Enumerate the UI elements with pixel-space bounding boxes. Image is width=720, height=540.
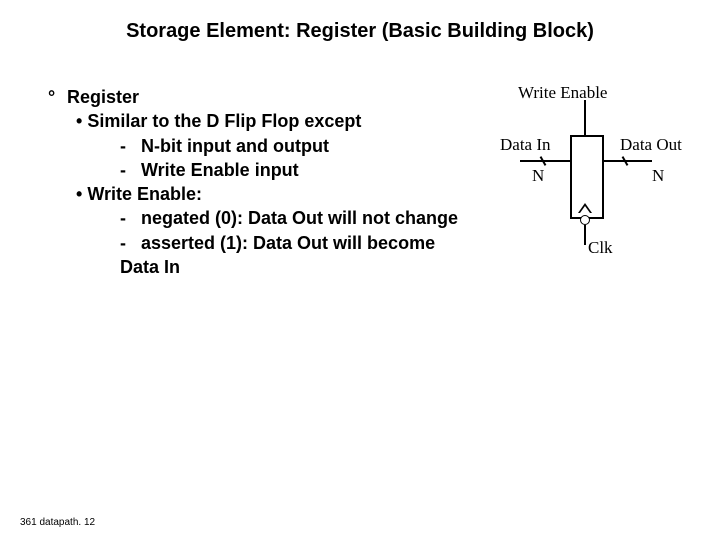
clk-label: Clk [588, 238, 613, 258]
we-wire [584, 100, 586, 135]
we-label: Write Enable [518, 83, 607, 103]
register-label: Register [67, 87, 139, 107]
bullet-negated: - negated (0): Data Out will not change [120, 206, 478, 230]
body-text: ° Register • Similar to the D Flip Flop … [48, 85, 478, 279]
bullet-asserted: - asserted (1): Data Out will become Dat… [120, 231, 478, 280]
degree-bullet: ° [48, 85, 62, 109]
n-left-label: N [532, 166, 544, 186]
clk-bubble [580, 215, 590, 225]
bullet-we-input: - Write Enable input [120, 158, 478, 182]
bullet-write-enable: • Write Enable: [76, 182, 478, 206]
data-in-label: Data In [500, 135, 551, 155]
bullet-nbit: - N-bit input and output [120, 134, 478, 158]
register-diagram: Write Enable Data In N Data Out N Clk [470, 80, 700, 280]
slide-footer: 361 datapath. 12 [20, 517, 95, 528]
line-register: ° Register [48, 85, 478, 109]
bullet-similar: • Similar to the D Flip Flop except [76, 109, 478, 133]
clk-triangle-inner [580, 206, 590, 213]
slide-title: Storage Element: Register (Basic Buildin… [0, 20, 720, 43]
clk-wire [584, 225, 586, 245]
data-out-label: Data Out [620, 135, 682, 155]
n-right-label: N [652, 166, 664, 186]
